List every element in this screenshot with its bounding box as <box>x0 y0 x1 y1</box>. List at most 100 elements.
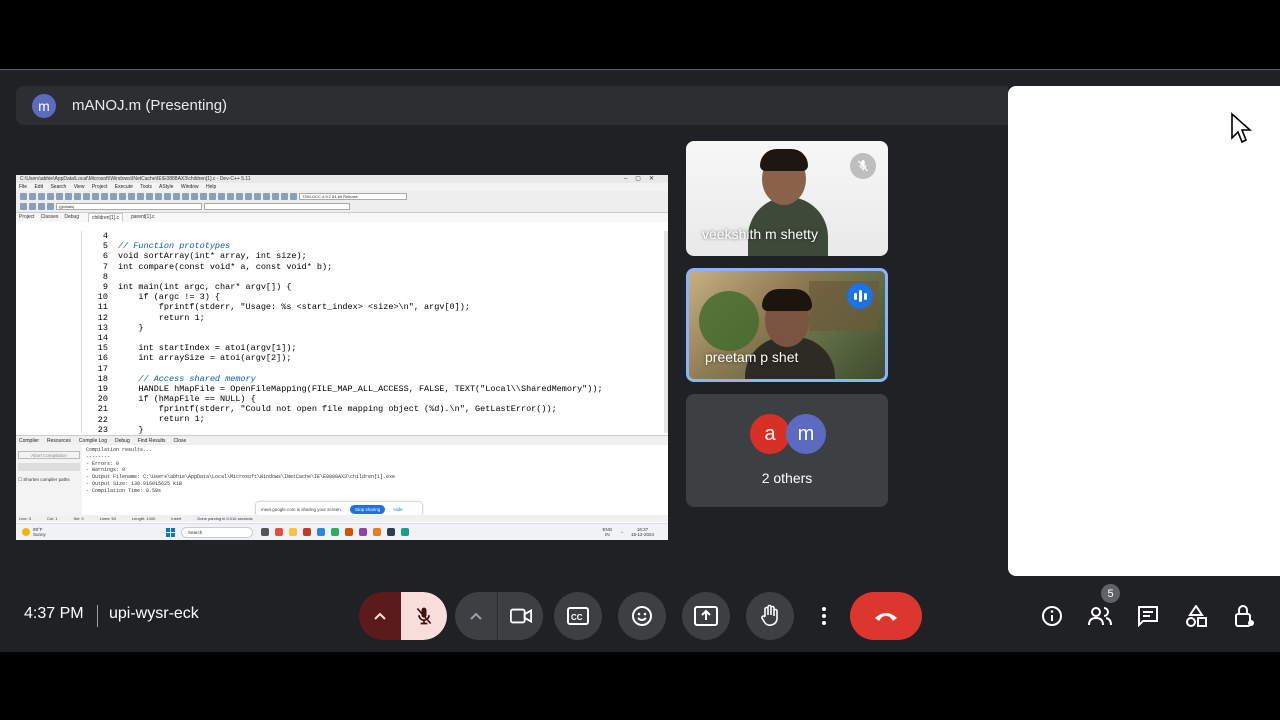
tab-debug[interactable]: Debug <box>64 213 79 222</box>
toolbar-button[interactable] <box>38 193 45 200</box>
toolbar-button[interactable] <box>20 203 27 210</box>
app-icon[interactable] <box>303 528 311 536</box>
firefox-icon[interactable] <box>373 528 381 536</box>
menu-item[interactable]: Execute <box>115 184 133 190</box>
audio-options-button[interactable] <box>359 592 401 640</box>
toolbar-button[interactable] <box>137 193 144 200</box>
menu-item[interactable]: AStyle <box>159 184 173 190</box>
toolbar-button[interactable] <box>29 203 36 210</box>
toolbar-button[interactable] <box>20 193 27 200</box>
toolbar-button[interactable] <box>155 193 162 200</box>
menu-item[interactable]: Edit <box>34 184 43 190</box>
taskbar-search[interactable]: Search <box>181 526 253 538</box>
toolbar-button[interactable] <box>119 193 126 200</box>
code-editor[interactable]: // Function prototypes void sortArray(int… <box>118 231 664 434</box>
more-options-button[interactable] <box>800 592 848 640</box>
toolbar-button[interactable] <box>272 193 279 200</box>
others-tile[interactable]: a m 2 others <box>686 394 888 507</box>
toolbar-button[interactable] <box>164 193 171 200</box>
menu-item[interactable]: View <box>74 184 85 190</box>
tab-debug-bottom[interactable]: Debug <box>115 436 130 445</box>
app-icon[interactable] <box>359 528 367 536</box>
file-tab-parent[interactable]: parent[1].c <box>131 213 155 222</box>
menu-item[interactable]: Project <box>92 184 108 190</box>
tab-compiler[interactable]: Compiler <box>19 436 39 445</box>
edge-icon[interactable] <box>317 528 325 536</box>
windows-start-icon[interactable] <box>166 527 175 537</box>
tab-close[interactable]: Close <box>174 436 187 445</box>
hide-link[interactable]: Hide <box>393 507 402 512</box>
toolbar-button[interactable] <box>245 193 252 200</box>
toolbar-button[interactable] <box>110 193 117 200</box>
file-tab-children[interactable]: children[1].c <box>88 213 123 222</box>
menu-item[interactable]: Window <box>181 184 199 190</box>
toolbar-button[interactable] <box>83 193 90 200</box>
toolbar-button[interactable] <box>182 193 189 200</box>
globals-select[interactable]: (globals) <box>56 203 202 210</box>
toolbar-button[interactable] <box>254 193 261 200</box>
camera-button[interactable] <box>497 592 543 640</box>
menu-item[interactable]: Tools <box>140 184 152 190</box>
app-icon[interactable] <box>345 528 353 536</box>
editor-scrollbar[interactable] <box>664 231 668 433</box>
captions-button[interactable]: CC <box>554 592 602 640</box>
toolbar-button[interactable] <box>146 193 153 200</box>
toolbar-button[interactable] <box>47 193 54 200</box>
toolbar-button[interactable] <box>218 193 225 200</box>
toolbar-button[interactable] <box>200 193 207 200</box>
menu-item[interactable]: Search <box>50 184 66 190</box>
toolbar-button[interactable] <box>47 203 54 210</box>
shared-screen[interactable]: C:\Users\abhie\AppData\Local\Microsoft\W… <box>16 175 668 540</box>
toolbar-button[interactable] <box>263 193 270 200</box>
toolbar-button[interactable] <box>236 193 243 200</box>
toolbar-button[interactable] <box>290 193 297 200</box>
reactions-button[interactable] <box>618 592 666 640</box>
chat-button[interactable] <box>1132 600 1164 632</box>
meeting-details-button[interactable] <box>1036 600 1068 632</box>
toolbar-button[interactable] <box>128 193 135 200</box>
app-icon[interactable] <box>331 528 339 536</box>
toolbar-button[interactable] <box>227 193 234 200</box>
participant-tile-speaking[interactable]: preetam p shet <box>686 268 888 382</box>
host-controls-button[interactable] <box>1228 600 1260 632</box>
toolbar-button[interactable] <box>173 193 180 200</box>
video-options-button[interactable] <box>455 592 497 640</box>
members-select[interactable] <box>204 203 350 210</box>
people-button[interactable] <box>1084 600 1116 632</box>
activities-button[interactable] <box>1180 600 1212 632</box>
devcpp-icon[interactable] <box>387 528 395 536</box>
present-screen-button[interactable] <box>682 592 730 640</box>
folder-icon[interactable] <box>289 528 297 536</box>
tab-resources[interactable]: Resources <box>47 436 71 445</box>
participant-tile[interactable]: veekshith m shetty <box>686 141 888 256</box>
tray-lang[interactable]: ENG IN <box>602 527 612 537</box>
toolbar-button[interactable] <box>38 203 45 210</box>
tab-classes[interactable]: Classes <box>41 213 59 222</box>
raise-hand-button[interactable] <box>746 592 794 640</box>
toolbar-button[interactable] <box>281 193 288 200</box>
toolbar-button[interactable] <box>74 193 81 200</box>
shorten-paths-checkbox[interactable]: ☐ Shorten compiler paths <box>18 477 70 483</box>
tab-project[interactable]: Project <box>19 213 35 222</box>
stop-sharing-button[interactable]: Stop sharing <box>350 504 386 514</box>
toolbar-button[interactable] <box>101 193 108 200</box>
abort-compilation-button[interactable]: Abort Compilation <box>18 451 80 459</box>
mic-off-button[interactable] <box>401 592 447 640</box>
weather-widget[interactable]: 89°F Sunny <box>16 527 166 537</box>
tab-find-results[interactable]: Find Results <box>138 436 166 445</box>
toolbar-button[interactable] <box>191 193 198 200</box>
chrome-icon[interactable] <box>401 528 409 536</box>
task-view-icon[interactable] <box>261 528 269 536</box>
compiler-select[interactable]: TDM-GCC 4.9.2 64-bit Release <box>299 193 407 200</box>
toolbar-button[interactable] <box>29 193 36 200</box>
tray-clock[interactable]: 16:37 15-12-2024 <box>631 527 654 537</box>
toolbar-button[interactable] <box>56 193 63 200</box>
toolbar-button[interactable] <box>92 193 99 200</box>
wifi-icon[interactable]: ◔ <box>620 530 623 535</box>
app-icon[interactable] <box>275 528 283 536</box>
leave-call-button[interactable] <box>850 592 922 640</box>
toolbar-button[interactable] <box>209 193 216 200</box>
menu-item[interactable]: File <box>19 184 27 190</box>
menu-item[interactable]: Help <box>206 184 216 190</box>
toolbar-button[interactable] <box>65 193 72 200</box>
